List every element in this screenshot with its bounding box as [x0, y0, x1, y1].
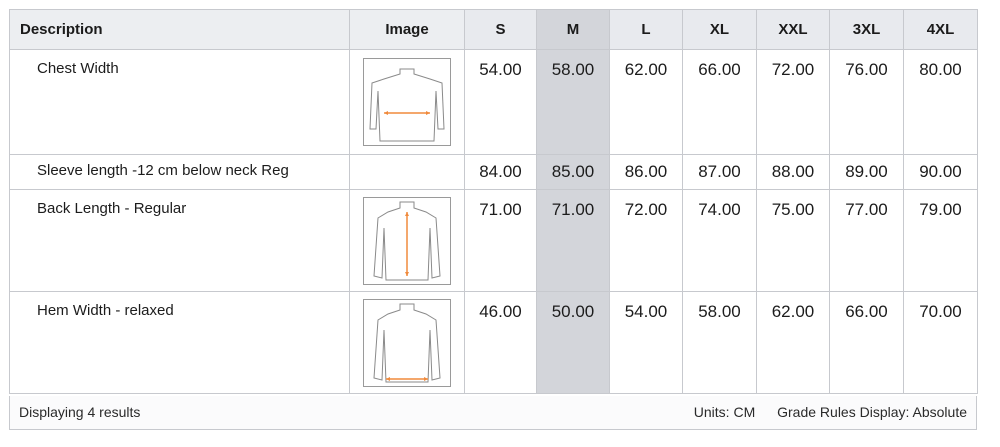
size-value: 85.00 — [536, 154, 610, 190]
size-value: 80.00 — [903, 49, 978, 155]
column-header-image[interactable]: Image — [349, 9, 465, 50]
size-value: 54.00 — [609, 291, 683, 394]
grade-rules-label: Grade Rules Display: Absolute — [777, 404, 967, 420]
size-value: 71.00 — [464, 189, 537, 292]
column-header-size[interactable]: L — [609, 9, 683, 50]
chest-width-diagram-icon[interactable] — [363, 58, 451, 146]
measurements-table: Description Image S M L XL XXL 3XL 4XL C… — [9, 9, 978, 394]
column-header-size[interactable]: XXL — [756, 9, 830, 50]
units-label: Units: CM — [693, 404, 756, 420]
column-header-size[interactable]: S — [464, 9, 537, 50]
back-length-diagram-icon[interactable] — [363, 196, 451, 285]
size-value: 62.00 — [756, 291, 830, 394]
table-footer: Displaying 4 results Units: CM Grade Rul… — [9, 396, 977, 430]
table-row[interactable]: Sleeve length -12 cm below neck Reg 84.0… — [9, 154, 978, 190]
empty-image-cell — [349, 154, 465, 190]
size-value: 75.00 — [756, 189, 830, 292]
column-header-size-selected[interactable]: M — [536, 9, 610, 50]
row-description: Chest Width — [9, 49, 350, 155]
size-value: 50.00 — [536, 291, 610, 394]
table-row[interactable]: Hem Width - relaxed 46.00 50.00 54.00 58… — [9, 291, 978, 394]
size-value: 90.00 — [903, 154, 978, 190]
size-value: 54.00 — [464, 49, 537, 155]
column-header-size[interactable]: XL — [682, 9, 757, 50]
footer-meta: Units: CM Grade Rules Display: Absolute — [676, 404, 967, 420]
hem-width-diagram-icon[interactable] — [363, 298, 451, 387]
row-description: Sleeve length -12 cm below neck Reg — [9, 154, 350, 190]
size-value: 58.00 — [536, 49, 610, 155]
size-value: 74.00 — [682, 189, 757, 292]
table-row[interactable]: Back Length - Regular 71.00 71.00 72.00 … — [9, 189, 978, 292]
size-value: 62.00 — [609, 49, 683, 155]
row-description: Back Length - Regular — [9, 189, 350, 292]
column-header-description[interactable]: Description — [9, 9, 350, 50]
size-value: 79.00 — [903, 189, 978, 292]
header-row: Description Image S M L XL XXL 3XL 4XL — [9, 9, 978, 50]
size-value: 72.00 — [756, 49, 830, 155]
table-row[interactable]: Chest Width 54.00 58.00 62.00 66.00 72.0… — [9, 49, 978, 155]
size-value: 66.00 — [682, 49, 757, 155]
size-value: 70.00 — [903, 291, 978, 394]
size-value: 87.00 — [682, 154, 757, 190]
size-value: 86.00 — [609, 154, 683, 190]
size-value: 77.00 — [829, 189, 904, 292]
row-description: Hem Width - relaxed — [9, 291, 350, 394]
size-value: 72.00 — [609, 189, 683, 292]
size-value: 89.00 — [829, 154, 904, 190]
column-header-size[interactable]: 3XL — [829, 9, 904, 50]
size-value: 66.00 — [829, 291, 904, 394]
column-header-size[interactable]: 4XL — [903, 9, 978, 50]
size-value: 71.00 — [536, 189, 610, 292]
results-count: Displaying 4 results — [19, 404, 141, 420]
size-value: 58.00 — [682, 291, 757, 394]
size-value: 84.00 — [464, 154, 537, 190]
size-value: 46.00 — [464, 291, 537, 394]
size-value: 76.00 — [829, 49, 904, 155]
size-value: 88.00 — [756, 154, 830, 190]
